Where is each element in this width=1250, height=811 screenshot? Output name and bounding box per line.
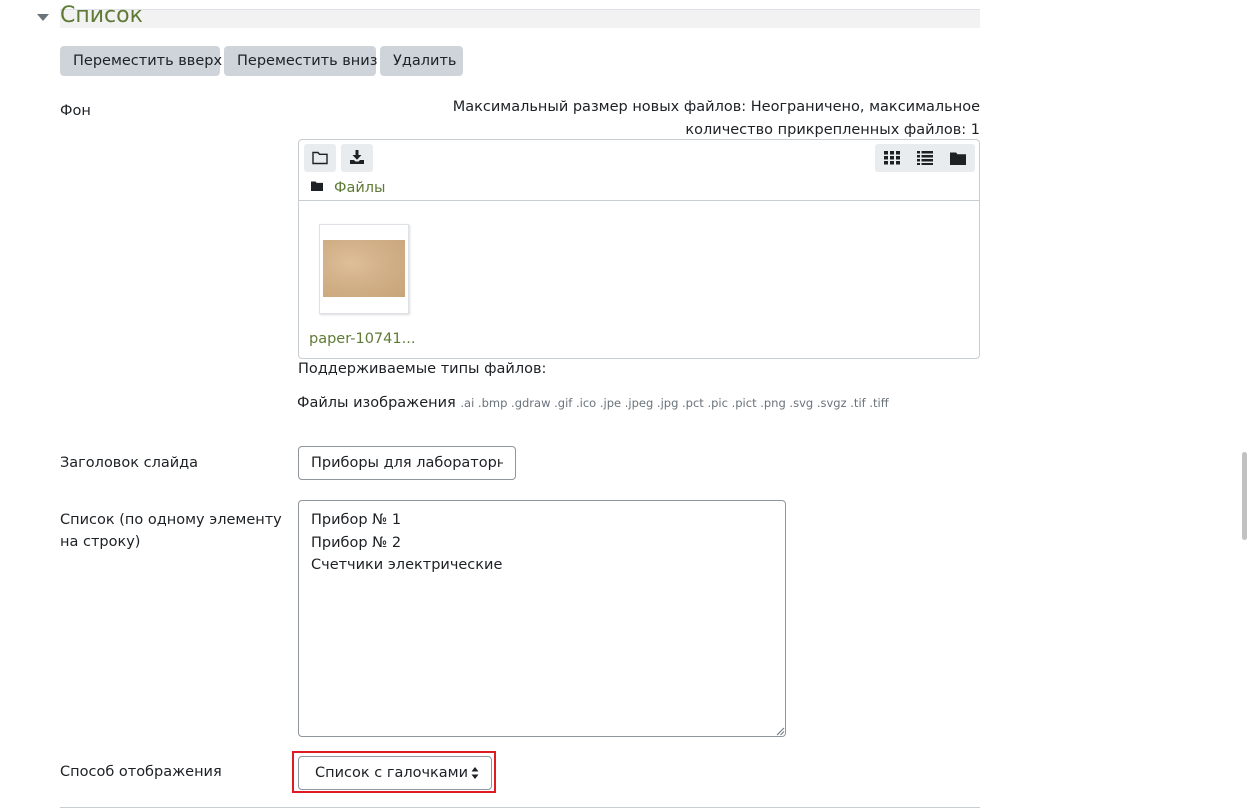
download-icon — [350, 150, 364, 164]
section-header-bar — [60, 10, 980, 28]
grid-view-button[interactable] — [875, 144, 908, 172]
list-textarea[interactable]: Прибор № 1 Прибор № 2 Счетчики электриче… — [298, 500, 786, 737]
slide-title-input[interactable] — [298, 446, 516, 480]
folder-icon — [312, 151, 328, 165]
background-label: Фон — [60, 103, 91, 119]
file-name-link[interactable]: paper-10741... — [309, 331, 415, 347]
grid-view-icon — [884, 151, 900, 165]
file-limits-text: Максимальный размер новых файлов: Неогра… — [452, 99, 980, 138]
slide-title-label: Заголовок слайда — [60, 455, 199, 471]
list-line: Прибор № 1 — [311, 512, 402, 528]
display-mode-label: Способ отображения — [60, 764, 222, 780]
file-thumbnail[interactable] — [319, 224, 409, 314]
tree-view-button[interactable] — [941, 144, 974, 172]
supported-types-heading: Поддерживаемые типы файлов: — [298, 361, 547, 377]
folder-icon — [311, 181, 323, 191]
download-all-button[interactable] — [341, 144, 373, 172]
select-arrows-icon — [471, 767, 479, 779]
resize-grip-icon[interactable] — [776, 727, 785, 736]
delete-button[interactable]: Удалить — [380, 46, 463, 76]
file-preview-image — [323, 240, 405, 297]
move-up-button[interactable]: Переместить вверх — [60, 46, 222, 76]
list-label: Список (по одному элементу на строку) — [60, 512, 282, 550]
types-group-name: Файлы изображения — [297, 395, 456, 411]
display-mode-select[interactable]: Список с галочками — [298, 756, 492, 790]
tree-view-icon — [950, 152, 966, 165]
display-mode-selected: Список с галочками — [315, 765, 469, 781]
page-scrollbar[interactable] — [1242, 452, 1247, 540]
supported-types-group: Файлы изображения .ai .bmp .gdraw .gif .… — [297, 395, 889, 411]
move-down-button[interactable]: Переместить вниз — [224, 46, 377, 76]
list-view-icon — [917, 151, 933, 165]
types-extensions: .ai .bmp .gdraw .gif .ico .jpe .jpeg .jp… — [460, 396, 889, 410]
collapse-caret-icon[interactable] — [37, 14, 49, 21]
path-files-link[interactable]: Файлы — [334, 180, 386, 196]
list-line: Счетчики электрические — [311, 557, 503, 573]
section-title[interactable]: Список — [60, 3, 143, 28]
list-view-button[interactable] — [908, 144, 941, 172]
bottom-divider — [60, 807, 980, 808]
add-file-button[interactable] — [304, 144, 336, 172]
list-line: Прибор № 2 — [311, 534, 402, 551]
